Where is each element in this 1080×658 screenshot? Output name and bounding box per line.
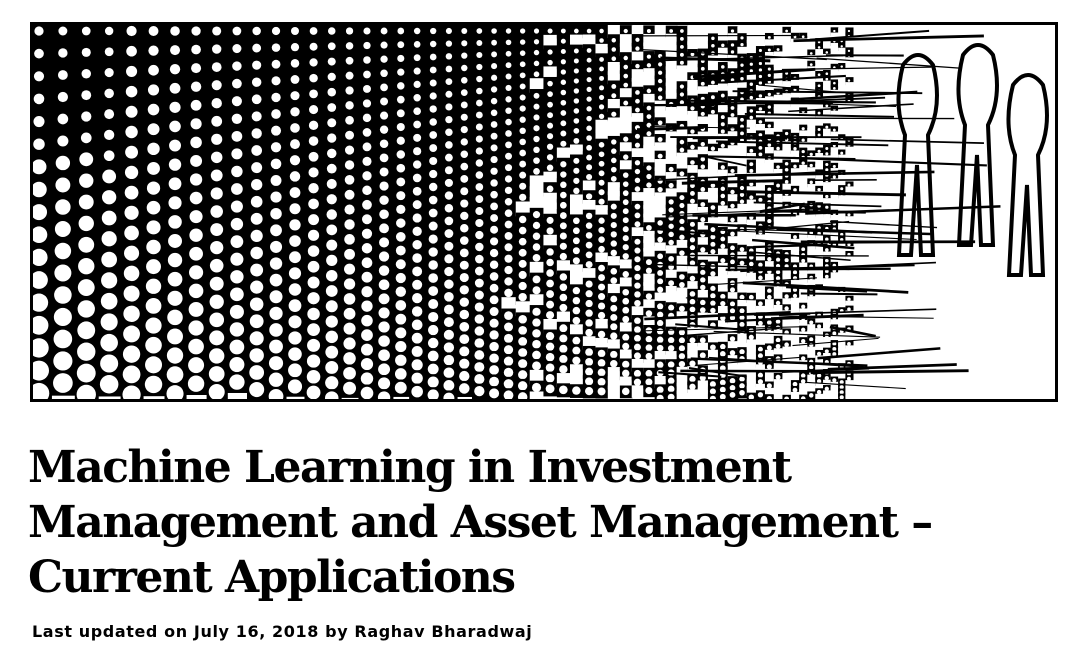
byline-date: July 16, 2018 <box>193 622 319 641</box>
byline: Last updated on July 16, 2018 by Raghav … <box>32 622 532 641</box>
hero-image <box>30 22 1058 402</box>
byline-by: by <box>325 622 349 641</box>
byline-prefix: Last updated on <box>32 622 188 641</box>
byline-author[interactable]: Raghav Bharadwaj <box>354 622 532 641</box>
halftone-banner-image <box>33 25 1049 399</box>
article-title: Machine Learning in Investment Managemen… <box>28 442 933 603</box>
